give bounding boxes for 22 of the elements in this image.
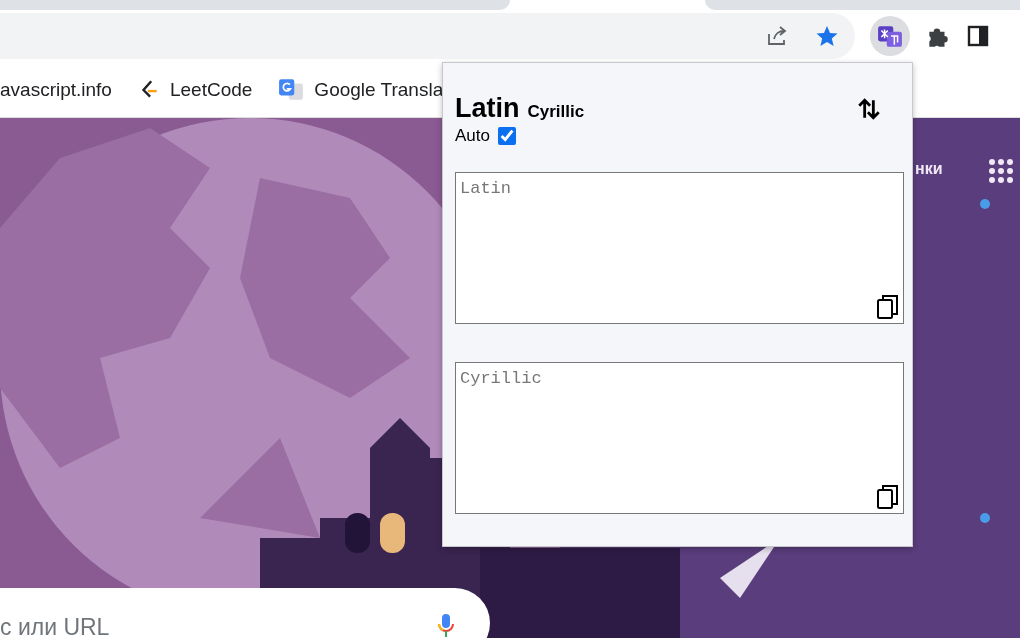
text-area[interactable]: Cyrillic xyxy=(455,362,904,514)
translit-extension-button[interactable] xyxy=(870,16,910,56)
nav-link[interactable]: нки xyxy=(915,160,943,178)
copy-icon[interactable] xyxy=(876,294,900,320)
translate-icon xyxy=(278,76,305,103)
translate-icon xyxy=(877,23,903,49)
auto-label: Auto xyxy=(455,126,490,146)
microphone-icon[interactable] xyxy=(436,612,456,638)
bookmark-item[interactable]: LeetCode xyxy=(137,78,253,101)
share-icon[interactable] xyxy=(765,24,789,48)
bookmark-item[interactable]: avascript.info xyxy=(0,78,112,101)
copy-icon[interactable] xyxy=(876,484,900,510)
side-panel-icon[interactable] xyxy=(966,24,990,48)
bookmark-item[interactable]: Google Transla xyxy=(278,76,444,103)
apps-grid-icon[interactable] xyxy=(988,158,1014,184)
swap-icon[interactable] xyxy=(856,95,882,122)
auto-checkbox[interactable] xyxy=(498,127,516,145)
star-icon[interactable] xyxy=(815,24,839,48)
search-field[interactable]: с или URL xyxy=(0,588,490,638)
text-area[interactable]: Latin xyxy=(455,172,904,324)
target-script-title: Cyrillic xyxy=(527,102,585,122)
source-script-title: Latin xyxy=(455,93,520,124)
